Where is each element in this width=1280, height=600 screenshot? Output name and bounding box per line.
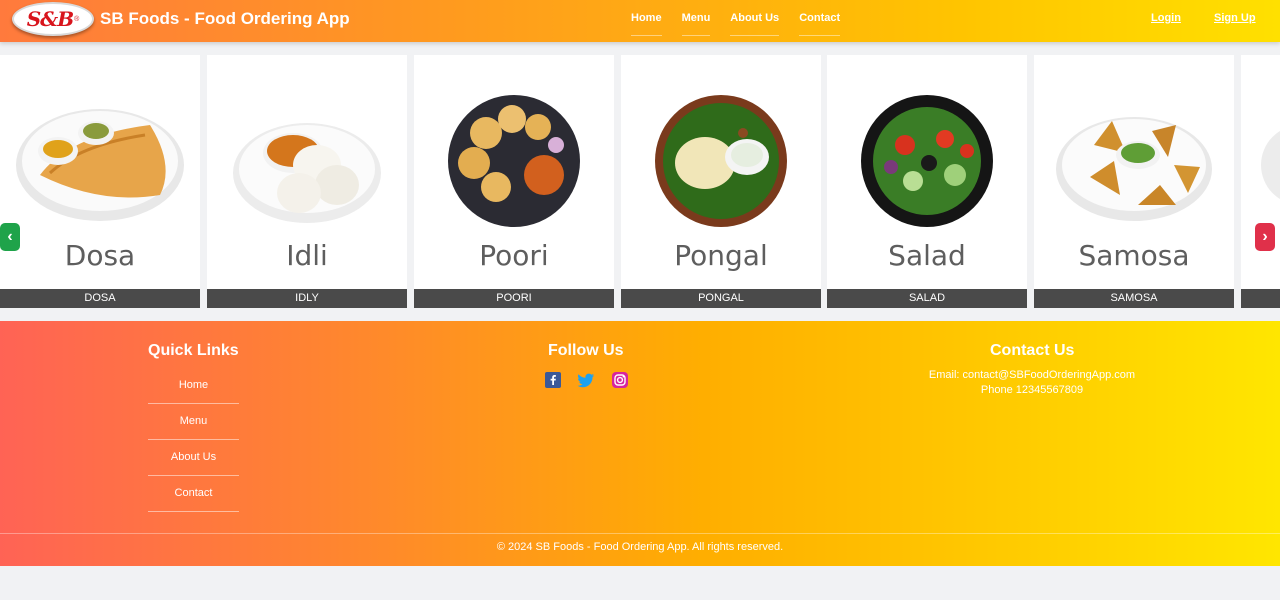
food-card-samosa[interactable]: Samosa SAMOSA bbox=[1034, 55, 1234, 308]
sb-logo[interactable]: S&B ® bbox=[12, 2, 94, 36]
carousel-prev-button[interactable]: ‹ bbox=[0, 223, 20, 251]
nav-home-link[interactable]: Home bbox=[631, 0, 662, 36]
food-card-poori[interactable]: Poori POORI bbox=[414, 55, 614, 308]
samosa-caption: SAMOSA bbox=[1034, 289, 1234, 308]
instagram-icon[interactable] bbox=[612, 372, 628, 388]
site-footer: Quick Links Home Menu About Us Contact F… bbox=[0, 321, 1280, 566]
pongal-caption: PONGAL bbox=[621, 289, 821, 308]
samosa-title: Samosa bbox=[1078, 239, 1190, 272]
footer-link-contact[interactable]: Contact bbox=[148, 476, 239, 512]
login-wrap: Login bbox=[1151, 0, 1181, 42]
footer-link-about[interactable]: About Us bbox=[148, 440, 239, 476]
salad-caption: SALAD bbox=[827, 289, 1027, 308]
dosa-caption: DOSA bbox=[0, 289, 200, 308]
salad-title: Salad bbox=[888, 239, 966, 272]
follow-us-title: Follow Us bbox=[548, 342, 624, 359]
food-carousel: Dosa DOSA Idli IDLY Poori POORI Pongal P… bbox=[0, 55, 1280, 309]
main-nav: Home Menu About Us Contact bbox=[631, 0, 841, 42]
food-card-salad[interactable]: Salad SALAD bbox=[827, 55, 1027, 308]
food-card-dosa[interactable]: Dosa DOSA bbox=[0, 55, 200, 308]
footer-divider bbox=[0, 533, 1280, 534]
brand-title: SB Foods - Food Ordering App bbox=[100, 9, 350, 28]
dosa-title: Dosa bbox=[64, 239, 136, 272]
signup-wrap: Sign Up bbox=[1214, 0, 1256, 42]
top-navbar: S&B ® SB Foods - Food Ordering App Home M… bbox=[0, 0, 1280, 42]
facebook-icon[interactable] bbox=[545, 372, 561, 388]
food-card-partial[interactable] bbox=[1241, 55, 1280, 308]
quick-links-title: Quick Links bbox=[148, 342, 239, 359]
logo-text: S&B bbox=[26, 7, 74, 31]
food-card-idli[interactable]: Idli IDLY bbox=[207, 55, 407, 308]
pongal-title: Pongal bbox=[674, 239, 768, 272]
footer-link-home[interactable]: Home bbox=[148, 368, 239, 404]
partial-card-image bbox=[1241, 55, 1280, 289]
idli-caption: IDLY bbox=[207, 289, 407, 308]
carousel-next-button[interactable]: › bbox=[1255, 223, 1275, 251]
nav-about-link[interactable]: About Us bbox=[730, 0, 780, 36]
login-link[interactable]: Login bbox=[1151, 0, 1181, 36]
food-card-pongal[interactable]: Pongal PONGAL bbox=[621, 55, 821, 308]
twitter-icon[interactable] bbox=[577, 372, 595, 388]
quick-links-list: Home Menu About Us Contact bbox=[148, 368, 239, 512]
partial-card-caption bbox=[1241, 289, 1280, 308]
footer-link-menu[interactable]: Menu bbox=[148, 404, 239, 440]
copyright-text: © 2024 SB Foods - Food Ordering App. All… bbox=[496, 541, 784, 553]
poori-title: Poori bbox=[479, 239, 549, 272]
poori-caption: POORI bbox=[414, 289, 614, 308]
chevron-left-icon: ‹ bbox=[7, 228, 13, 245]
contact-phone: Phone 12345567809 bbox=[980, 384, 1084, 396]
nav-menu-link[interactable]: Menu bbox=[681, 0, 711, 36]
chevron-right-icon: › bbox=[1262, 228, 1268, 245]
contact-email: Email: contact@SBFoodOrderingApp.com bbox=[928, 369, 1136, 381]
nav-contact-link[interactable]: Contact bbox=[799, 0, 841, 36]
idli-title: Idli bbox=[286, 239, 328, 272]
signup-link[interactable]: Sign Up bbox=[1214, 0, 1256, 36]
contact-us-title: Contact Us bbox=[990, 342, 1075, 359]
